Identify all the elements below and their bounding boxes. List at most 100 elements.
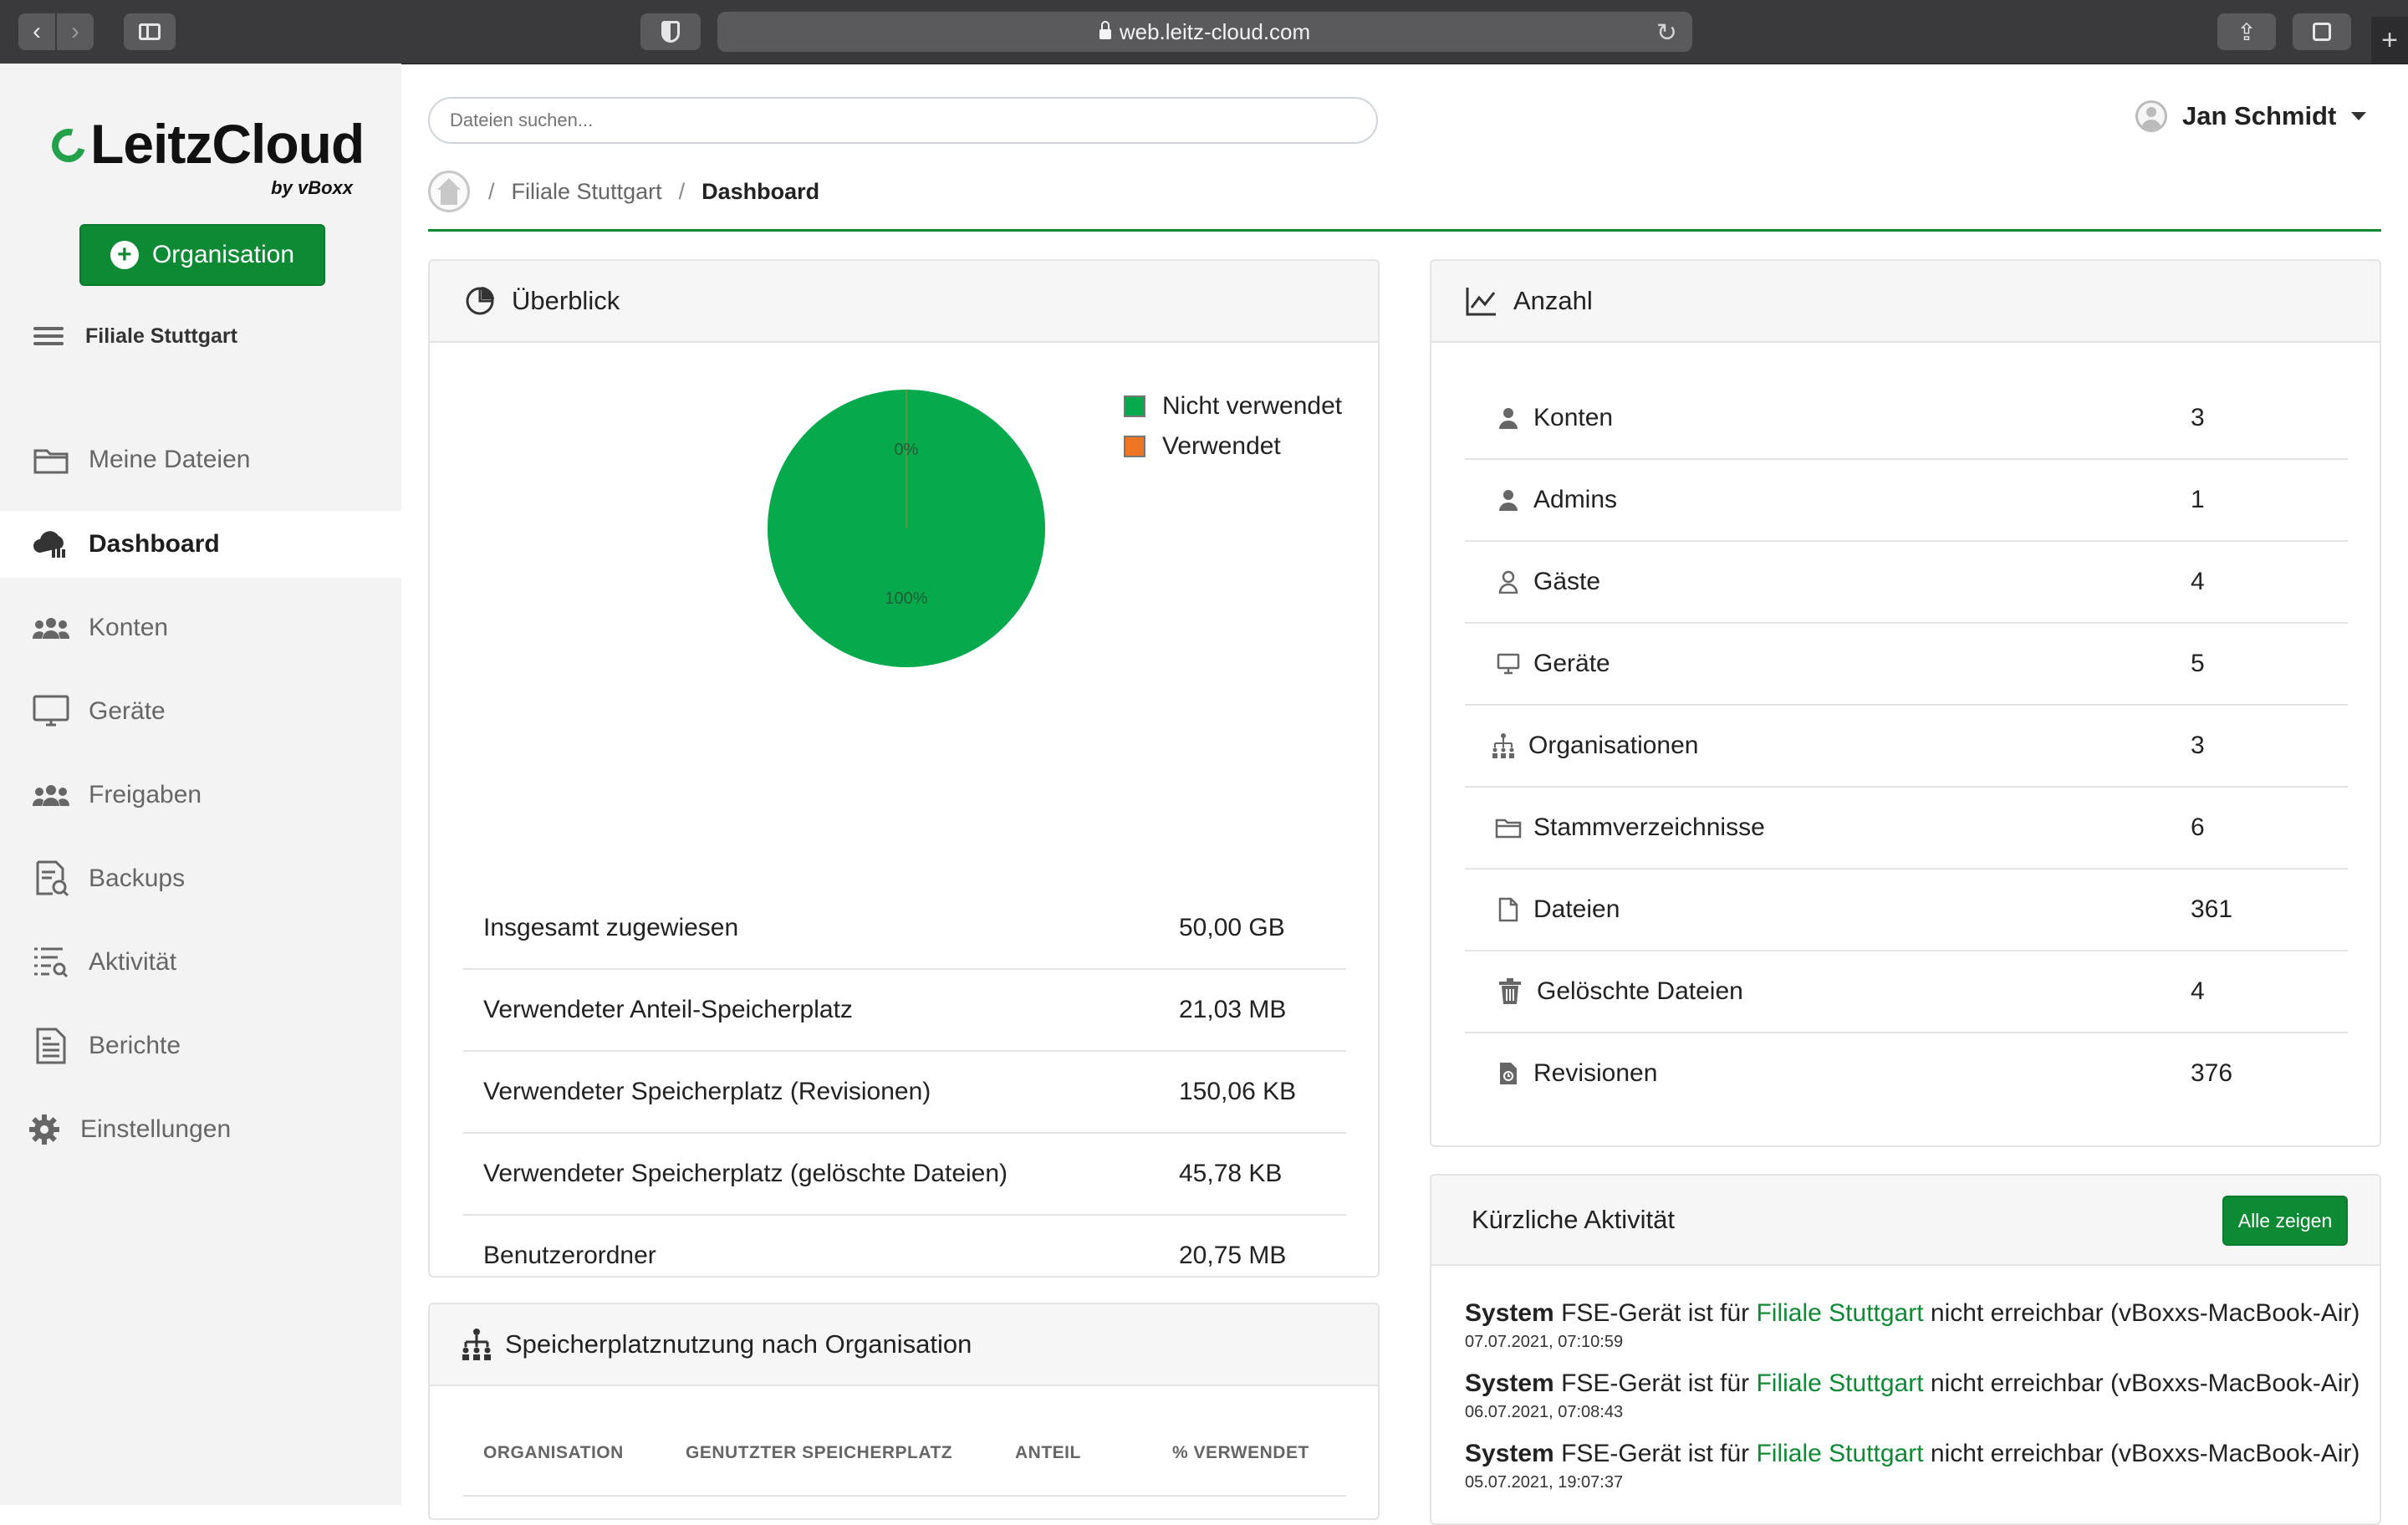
count-value: 4 xyxy=(2191,977,2205,1005)
avatar xyxy=(2135,100,2167,132)
count-label: Gelöschte Dateien xyxy=(1537,977,1743,1005)
overview-row-label: Verwendeter Speicherplatz (gelöschte Dat… xyxy=(483,1160,1008,1187)
forward-button[interactable]: › xyxy=(57,13,94,50)
activity-actor: System xyxy=(1465,1299,1554,1327)
legend-item-verwendet[interactable]: Verwendet xyxy=(1124,426,1342,467)
activity-timestamp: 07.07.2021, 07:10:59 xyxy=(1465,1333,1624,1351)
count-row-geloeschte-dateien: Gelöschte Dateien 4 xyxy=(1465,951,2348,1033)
sidebar-icon xyxy=(139,23,161,40)
overview-row-label: Benutzerordner xyxy=(483,1242,656,1269)
count-label: Organisationen xyxy=(1528,732,1699,759)
column-header-prozent-verwendet[interactable]: % VERWENDET xyxy=(1172,1443,1309,1463)
activity-message-end: nicht erreichbar (vBoxxs-MacBook-Air) xyxy=(1930,1299,2360,1327)
storage-by-org-card: Speicherplatznutzung nach Organisation O… xyxy=(428,1303,1380,1520)
home-icon[interactable] xyxy=(428,171,470,212)
privacy-button[interactable] xyxy=(640,13,701,50)
activity-text: System FSE-Gerät ist für Filiale Stuttga… xyxy=(1465,1369,2380,1398)
count-value: 1 xyxy=(2191,486,2205,513)
sidebar-item-label: Einstellungen xyxy=(80,1115,232,1143)
monitor-icon xyxy=(32,695,70,728)
overview-row-value: 45,78 KB xyxy=(1179,1160,1283,1187)
activity-title: Kürzliche Aktivität xyxy=(1472,1205,1675,1234)
count-value: 361 xyxy=(2191,895,2233,923)
breadcrumb-separator: / xyxy=(678,178,686,204)
user-outline-icon xyxy=(1492,570,1525,594)
search-input[interactable] xyxy=(428,97,1378,144)
sidebar-item-dashboard[interactable]: Dashboard xyxy=(0,511,401,578)
column-header-organisation[interactable]: ORGANISATION xyxy=(483,1443,624,1463)
storage-by-org-header: Speicherplatznutzung nach Organisation xyxy=(430,1304,1378,1386)
caret-down-icon xyxy=(2351,112,2367,120)
logo-swirl-icon xyxy=(45,122,92,169)
sidebar-item-einstellungen[interactable]: Einstellungen xyxy=(0,1096,401,1163)
sidebar-item-backups[interactable]: Backups xyxy=(0,845,401,912)
cloud-chart-icon xyxy=(32,528,70,561)
sidebar-item-freigaben[interactable]: Freigaben xyxy=(0,762,401,829)
sidebar-item-meine-dateien[interactable]: Meine Dateien xyxy=(0,426,401,493)
logo-wordmark: LeitzCloud xyxy=(90,113,365,175)
storage-by-org-title: Speicherplatznutzung nach Organisation xyxy=(505,1329,972,1359)
legend-item-nicht-verwendet[interactable]: Nicht verwendet xyxy=(1124,386,1342,426)
activity-link[interactable]: Filiale Stuttgart xyxy=(1756,1369,1923,1397)
column-header-anteil[interactable]: ANTEIL xyxy=(1015,1443,1081,1463)
sidebar-item-label: Berichte xyxy=(89,1032,181,1059)
activity-card: Kürzliche Aktivität Alle zeigen System F… xyxy=(1430,1174,2381,1525)
add-organisation-button[interactable]: + Organisation xyxy=(79,224,325,286)
sidebar-item-konten[interactable]: Konten xyxy=(0,594,401,661)
line-chart-icon xyxy=(1465,284,1498,318)
sidebar-item-berichte[interactable]: Berichte xyxy=(0,1012,401,1079)
address-bar[interactable]: web.leitz-cloud.com ↻ xyxy=(717,12,1692,52)
overview-row: Insgesamt zugewiesen 50,00 GB xyxy=(463,888,1346,970)
activity-item: System FSE-Gerät ist für Filiale Stuttga… xyxy=(1465,1299,2380,1352)
breadcrumb-item-filiale[interactable]: Filiale Stuttgart xyxy=(512,179,662,205)
leitzcloud-logo[interactable]: LeitzCloud by vBoxx xyxy=(45,97,370,198)
url-text: web.leitz-cloud.com xyxy=(1119,18,1311,44)
activity-actor: System xyxy=(1465,1440,1554,1467)
share-button[interactable]: ⇪ xyxy=(2217,13,2276,50)
activity-link[interactable]: Filiale Stuttgart xyxy=(1756,1299,1923,1327)
overview-row-label: Insgesamt zugewiesen xyxy=(483,914,739,941)
breadcrumb-separator: / xyxy=(488,178,495,204)
reload-icon[interactable]: ↻ xyxy=(1656,18,1677,48)
pie-data-label: 100% xyxy=(885,589,927,608)
activity-message: FSE-Gerät ist für xyxy=(1561,1440,1750,1467)
chart-legend: Nicht verwendet Verwendet xyxy=(1124,386,1342,467)
count-row-gaeste: Gäste 4 xyxy=(1465,542,2348,624)
activity-item: System FSE-Gerät ist für Filiale Stuttga… xyxy=(1465,1369,2380,1422)
new-tab-button[interactable]: + xyxy=(2371,17,2408,64)
breadcrumb: / Filiale Stuttgart / Dashboard xyxy=(428,171,819,212)
overview-card-header: Überblick xyxy=(430,261,1378,343)
activity-message: FSE-Gerät ist für xyxy=(1561,1369,1750,1397)
sidebar-item-geraete[interactable]: Geräte xyxy=(0,678,401,745)
count-value: 376 xyxy=(2191,1059,2233,1087)
sidebar-item-aktivitaet[interactable]: Aktivität xyxy=(0,929,401,996)
count-label: Gäste xyxy=(1533,568,1601,595)
sidebar-item-label: Meine Dateien xyxy=(89,446,251,473)
tabs-button[interactable] xyxy=(2293,13,2351,50)
section-label: Filiale Stuttgart xyxy=(85,324,237,348)
legend-label: Nicht verwendet xyxy=(1162,392,1343,420)
activity-message-end: nicht erreichbar (vBoxxs-MacBook-Air) xyxy=(1930,1440,2360,1467)
column-header-genutzter-speicherplatz[interactable]: GENUTZTER SPEICHERPLATZ xyxy=(686,1443,952,1463)
org-tree-icon xyxy=(460,1328,493,1361)
show-all-button[interactable]: Alle zeigen xyxy=(2222,1196,2348,1246)
usage-pie-chart: 100% 0% xyxy=(768,390,1045,667)
overview-row-label: Verwendeter Speicherplatz (Revisionen) xyxy=(483,1078,931,1105)
sidebar-toggle-button[interactable] xyxy=(124,13,176,50)
logo-byline: by vBoxx xyxy=(271,177,353,198)
plus-icon: + xyxy=(2381,23,2398,56)
user-icon xyxy=(1492,489,1525,511)
shield-icon xyxy=(661,21,680,43)
browser-toolbar: ‹ › web.leitz-cloud.com ↻ ⇪ + xyxy=(0,0,2408,64)
activity-link[interactable]: Filiale Stuttgart xyxy=(1756,1440,1923,1467)
header-divider xyxy=(428,229,2381,232)
count-label: Admins xyxy=(1533,486,1618,513)
user-menu[interactable]: Jan Schmidt xyxy=(2135,100,2367,132)
legend-swatch-green xyxy=(1124,395,1145,417)
activity-message: FSE-Gerät ist für xyxy=(1561,1299,1750,1327)
sidebar-section-header[interactable]: Filiale Stuttgart xyxy=(33,323,237,349)
back-button[interactable]: ‹ xyxy=(18,13,55,50)
table-header-divider xyxy=(463,1495,1346,1497)
overview-row: Verwendeter Speicherplatz (gelöschte Dat… xyxy=(463,1134,1346,1216)
sidebar-item-label: Aktivität xyxy=(89,948,177,976)
